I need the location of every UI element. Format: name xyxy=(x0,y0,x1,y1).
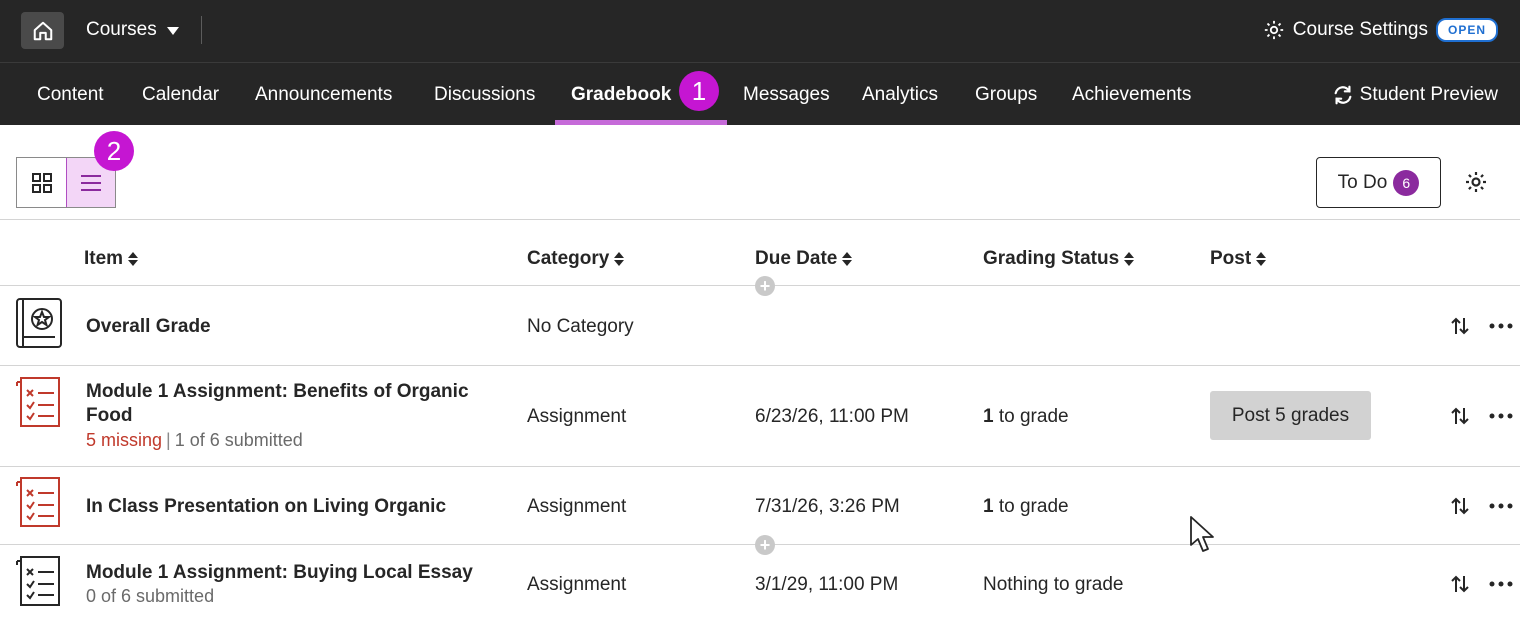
assignment-icon xyxy=(16,377,60,427)
column-header-category[interactable]: Category xyxy=(527,248,625,270)
reorder-icon[interactable] xyxy=(1451,406,1469,426)
submission-summary: 5 missing | 1 of 6 submitted xyxy=(86,430,303,451)
item-title-overall-grade[interactable]: Overall Grade xyxy=(86,315,211,339)
item-title-line: Module 1 Assignment: Benefits of Organic xyxy=(86,381,469,402)
caret-down-icon xyxy=(166,27,179,35)
step-badge-2: 2 xyxy=(94,131,134,171)
tab-analytics[interactable]: Analytics xyxy=(862,84,938,106)
more-options-icon[interactable] xyxy=(1489,502,1513,510)
divider xyxy=(0,365,1520,366)
active-tab-indicator xyxy=(555,120,727,125)
item-title-buying-local-essay[interactable]: Module 1 Assignment: Buying Local Essay xyxy=(86,561,473,585)
tab-achievements[interactable]: Achievements xyxy=(1072,84,1191,106)
home-icon xyxy=(33,21,52,40)
reorder-icon[interactable] xyxy=(1451,316,1469,336)
grading-status-text: Nothing to grade xyxy=(983,574,1124,595)
item-due-date: 6/23/26, 11:00 PM xyxy=(755,406,909,427)
assignment-icon xyxy=(16,556,60,606)
gear-icon xyxy=(1466,172,1486,192)
column-header-label: Post xyxy=(1210,248,1252,269)
item-due-date: 3/1/29, 11:00 PM xyxy=(755,574,899,595)
add-item-icon[interactable]: + xyxy=(755,535,775,555)
tab-content[interactable]: Content xyxy=(37,84,104,106)
column-header-grading-status[interactable]: Grading Status xyxy=(983,248,1135,270)
divider xyxy=(0,466,1520,467)
submitted-count: 0 of 6 submitted xyxy=(86,586,215,606)
course-settings-button[interactable]: Course Settings OPEN xyxy=(1263,18,1498,42)
column-header-label: Category xyxy=(527,248,610,269)
grading-status-text: to grade xyxy=(998,496,1069,517)
column-header-label: Grading Status xyxy=(983,248,1120,269)
item-category: Assignment xyxy=(527,496,627,517)
sort-icon xyxy=(1256,252,1267,266)
todo-label: To Do xyxy=(1337,171,1388,193)
overall-grade-icon xyxy=(16,298,62,348)
item-category: Assignment xyxy=(527,574,627,595)
column-header-item[interactable]: Item xyxy=(84,248,139,270)
divider xyxy=(201,16,202,44)
todo-count-badge: 6 xyxy=(1393,169,1420,196)
post-grades-button[interactable]: Post 5 grades xyxy=(1210,391,1371,440)
sort-icon xyxy=(1124,252,1135,266)
gear-icon xyxy=(1264,20,1283,40)
tab-gradebook[interactable]: Gradebook xyxy=(571,84,671,106)
list-icon xyxy=(81,174,101,191)
open-status-badge: OPEN xyxy=(1435,18,1498,42)
column-header-post[interactable]: Post xyxy=(1210,248,1267,270)
reorder-icon[interactable] xyxy=(1451,574,1469,594)
grading-status[interactable]: 1 to grade xyxy=(983,496,1069,518)
assignment-icon xyxy=(16,477,60,527)
step-badge-1: 1 xyxy=(679,71,719,111)
more-options-icon[interactable] xyxy=(1489,580,1513,588)
submitted-count: 1 of 6 submitted xyxy=(174,430,303,450)
course-settings-label: Course Settings xyxy=(1292,19,1428,40)
missing-count[interactable]: 5 missing xyxy=(86,430,162,450)
column-header-label: Due Date xyxy=(755,248,838,269)
grid-view-button[interactable] xyxy=(17,158,66,207)
tab-discussions[interactable]: Discussions xyxy=(434,84,535,106)
more-options-icon[interactable] xyxy=(1489,412,1513,420)
tab-messages[interactable]: Messages xyxy=(743,84,830,106)
item-category: Assignment xyxy=(527,406,627,427)
grid-icon xyxy=(31,172,52,193)
todo-button[interactable]: To Do 6 xyxy=(1316,157,1441,208)
tab-calendar[interactable]: Calendar xyxy=(142,84,219,106)
tab-announcements[interactable]: Announcements xyxy=(255,84,392,106)
item-title-in-class-presentation[interactable]: In Class Presentation on Living Organic xyxy=(86,495,446,519)
top-bar: Courses Course Settings OPEN xyxy=(0,0,1520,62)
sort-icon xyxy=(614,252,625,266)
mouse-cursor-icon xyxy=(1190,516,1214,552)
student-preview-label: Student Preview xyxy=(1359,84,1498,105)
item-category: No Category xyxy=(527,316,634,337)
sort-icon xyxy=(842,252,853,266)
home-button[interactable] xyxy=(21,12,64,49)
sort-icon xyxy=(128,252,139,266)
divider xyxy=(0,219,1520,220)
to-grade-count: 1 xyxy=(983,406,994,427)
item-title-module-1-benefits[interactable]: Module 1 Assignment: Benefits of Organic… xyxy=(86,380,469,428)
add-item-icon[interactable]: + xyxy=(755,276,775,296)
item-due-date: 7/31/26, 3:26 PM xyxy=(755,496,900,517)
more-options-icon[interactable] xyxy=(1489,322,1513,330)
course-nav: Content Calendar Announcements Discussio… xyxy=(0,62,1520,125)
gradebook-settings-button[interactable] xyxy=(1464,170,1488,199)
column-header-label: Item xyxy=(84,248,124,269)
grading-status[interactable]: 1 to grade xyxy=(983,406,1069,428)
column-header-due-date[interactable]: Due Date xyxy=(755,248,853,270)
courses-menu[interactable]: Courses xyxy=(86,19,179,41)
refresh-icon xyxy=(1334,85,1352,105)
grading-status-text: to grade xyxy=(998,406,1069,427)
to-grade-count: 1 xyxy=(983,496,994,517)
student-preview-button[interactable]: Student Preview xyxy=(1332,84,1498,106)
reorder-icon[interactable] xyxy=(1451,496,1469,516)
courses-label: Courses xyxy=(86,19,157,40)
tab-groups[interactable]: Groups xyxy=(975,84,1037,106)
separator: | xyxy=(166,430,171,450)
item-title-line: Food xyxy=(86,405,133,426)
